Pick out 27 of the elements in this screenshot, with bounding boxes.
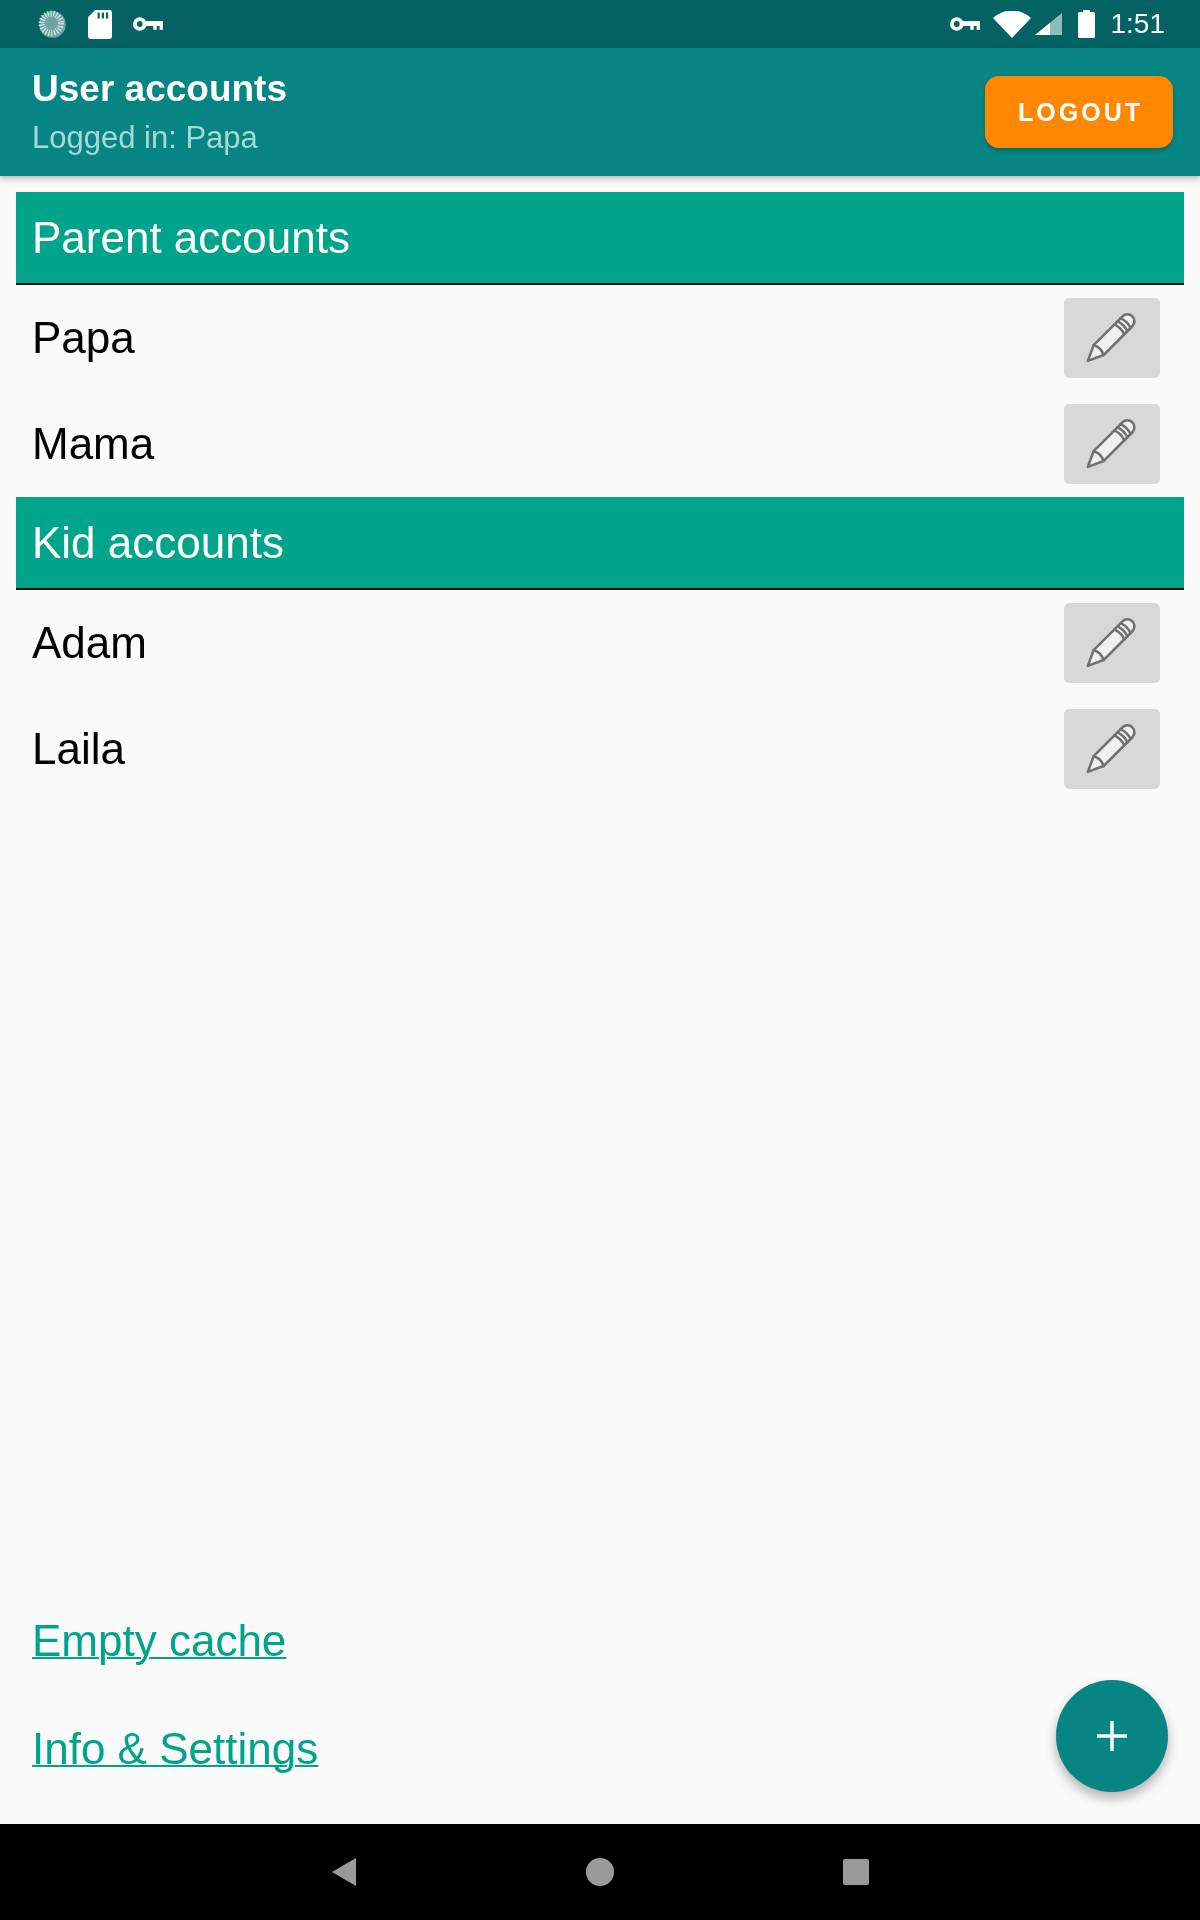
back-icon[interactable] [332, 1858, 356, 1886]
account-name: Laila [32, 723, 125, 775]
account-name: Adam [32, 617, 147, 669]
edit-button[interactable] [1064, 298, 1160, 378]
sd-card-icon [88, 9, 112, 39]
section-header: Kid accounts [16, 497, 1184, 590]
add-button[interactable] [1056, 1680, 1168, 1792]
screen-title: User accounts [32, 68, 287, 110]
logged-in-label: Logged in: Papa [32, 120, 258, 156]
battery-icon [1077, 10, 1095, 38]
wifi-icon [992, 10, 1031, 38]
status-time: 1:51 [1110, 8, 1165, 40]
section-header: Parent accounts [16, 192, 1184, 285]
key-icon [132, 16, 163, 32]
edit-button[interactable] [1064, 404, 1160, 484]
account-name: Mama [32, 418, 155, 470]
key-icon [948, 16, 980, 32]
dotted-circle-icon [38, 9, 67, 39]
edit-button[interactable] [1064, 603, 1160, 683]
text-link[interactable]: Empty cache [32, 1615, 287, 1667]
home-icon[interactable] [586, 1858, 614, 1886]
signal-icon [1034, 13, 1062, 35]
edit-button[interactable] [1064, 709, 1160, 789]
plus-icon [1097, 1721, 1127, 1751]
logout-button[interactable]: LOGOUT [985, 76, 1173, 148]
account-name: Papa [32, 312, 135, 364]
text-link[interactable]: Info & Settings [32, 1723, 319, 1775]
